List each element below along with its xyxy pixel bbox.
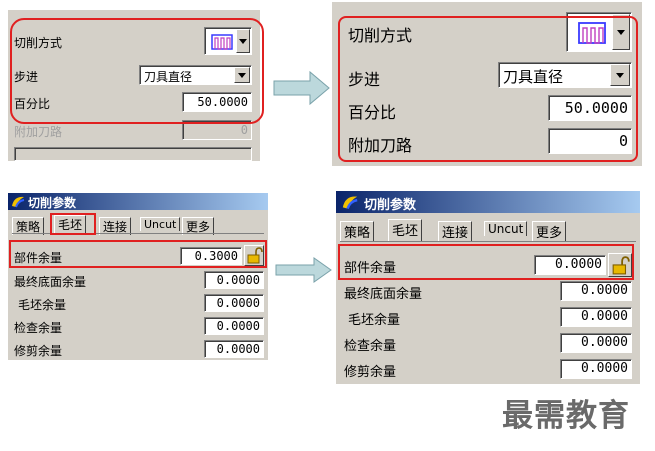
tab-uncut[interactable]: Uncut	[140, 217, 181, 231]
tab-blank-zoom[interactable]: 毛坯	[388, 219, 423, 241]
dialog-title-bar-zoom: 切削参数	[336, 191, 640, 213]
blank-stock-input-zoom[interactable]: 0.0000	[560, 307, 632, 327]
check-stock-label-zoom: 检查余量	[344, 339, 397, 354]
tab-row-zoom: 策略 毛坯 连接 Uncut 更多	[340, 219, 636, 242]
tab-connect-zoom[interactable]: 连接	[438, 221, 473, 241]
app-logo-icon	[342, 196, 358, 210]
tab-underline-zoom	[340, 241, 636, 242]
arrow-right-icon	[275, 257, 332, 283]
trim-stock-label: 修剪余量	[14, 344, 63, 358]
dialog-title-bar: 切削参数	[8, 193, 268, 210]
app-logo-icon	[12, 196, 25, 208]
blank-stock-label-zoom: 毛坯余量	[348, 313, 401, 328]
partial-field-cutoff	[14, 147, 252, 161]
arrow-right-icon	[273, 70, 330, 106]
floor-stock-input-zoom[interactable]: 0.0000	[560, 281, 632, 301]
blank-stock-input[interactable]: 0.0000	[204, 294, 264, 312]
tab-uncut-zoom[interactable]: Uncut	[484, 221, 528, 236]
highlight-box-top-right	[338, 16, 638, 162]
blank-stock-label: 毛坯余量	[18, 298, 67, 312]
trim-stock-input[interactable]: 0.0000	[204, 340, 264, 358]
check-stock-input-zoom[interactable]: 0.0000	[560, 333, 632, 353]
highlight-box-row-left	[9, 240, 267, 268]
watermark-text: 最需教育	[502, 398, 630, 434]
dialog-title: 切削参数	[28, 196, 77, 210]
tab-more-zoom[interactable]: 更多	[532, 221, 567, 241]
highlight-box-tab-left	[50, 213, 96, 235]
bottom-left-panel: 切削参数 策略 毛坯 连接 Uncut 更多 部件余量 0.3000 最终底面余…	[8, 193, 268, 360]
check-stock-input[interactable]: 0.0000	[204, 317, 264, 335]
trim-stock-label-zoom: 修剪余量	[344, 365, 397, 380]
check-stock-label: 检查余量	[14, 321, 63, 335]
tab-strategy-zoom[interactable]: 策略	[340, 221, 375, 241]
highlight-box-row-right	[338, 244, 634, 280]
extra-path-label: 附加刀路	[14, 125, 63, 139]
bottom-right-panel: 切削参数 策略 毛坯 连接 Uncut 更多 部件余量 0.0000 最终底面余…	[336, 191, 640, 384]
dialog-title-zoom: 切削参数	[364, 198, 417, 213]
trim-stock-input-zoom[interactable]: 0.0000	[560, 359, 632, 379]
highlight-box-top-left	[10, 18, 264, 124]
floor-stock-input[interactable]: 0.0000	[204, 271, 264, 289]
floor-stock-label: 最终底面余量	[14, 275, 87, 289]
floor-stock-label-zoom: 最终底面余量	[344, 287, 423, 302]
